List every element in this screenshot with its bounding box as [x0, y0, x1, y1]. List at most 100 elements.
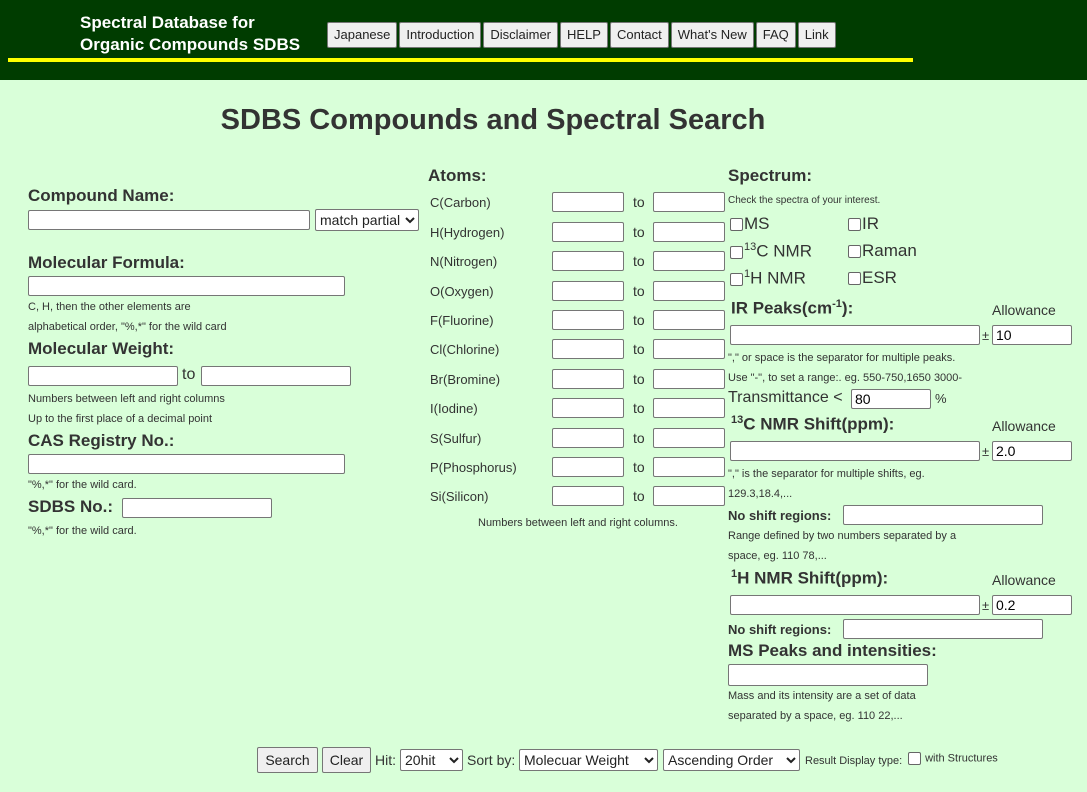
atom-label: O(Oxygen): [430, 284, 494, 299]
checkbox[interactable]: [730, 245, 743, 259]
atom-label: H(Hydrogen): [430, 225, 505, 240]
match-select[interactable]: match partial: [315, 209, 419, 231]
header-divider: [8, 58, 913, 62]
atom-min-input[interactable]: [552, 457, 624, 477]
c13-checkbox[interactable]: 13C NMR: [730, 241, 812, 262]
with-structures-checkbox[interactable]: with Structures: [908, 752, 998, 765]
atom-to: to: [633, 488, 645, 504]
atom-max-input[interactable]: [653, 310, 725, 330]
atom-max-input[interactable]: [653, 281, 725, 301]
checkbox[interactable]: [848, 245, 861, 259]
nav-japanese[interactable]: Japanese: [327, 22, 398, 48]
h1-checkbox[interactable]: 1H NMR: [730, 268, 806, 289]
checkbox[interactable]: [730, 272, 743, 286]
atom-min-input[interactable]: [552, 222, 624, 242]
nav-help[interactable]: HELP: [560, 22, 608, 48]
nav-whats-new[interactable]: What's New: [670, 22, 754, 48]
atom-label: I(Iodine): [430, 401, 478, 416]
ir-checkbox[interactable]: IR: [848, 214, 879, 234]
ms-peaks-label: MS Peaks and intensities:: [728, 641, 937, 660]
ir-note2: Use "-", to set a range:. eg. 550-750,16…: [728, 372, 963, 384]
atom-min-input[interactable]: [552, 486, 624, 506]
atom-min-input[interactable]: [552, 369, 624, 389]
atom-to: to: [633, 430, 645, 446]
h1-shift-input[interactable]: [730, 595, 980, 615]
h1-no-shift-input[interactable]: [843, 619, 1043, 639]
page-title: SDBS Compounds and Spectral Search: [220, 104, 766, 136]
sdbs-input[interactable]: [122, 498, 272, 518]
atom-label: P(Phosphorus): [430, 460, 517, 475]
atom-max-input[interactable]: [653, 457, 725, 477]
checkbox[interactable]: [848, 272, 861, 286]
compound-name-input[interactable]: [28, 210, 310, 230]
nav-faq[interactable]: FAQ: [755, 22, 796, 48]
checkbox[interactable]: [730, 218, 743, 232]
atom-min-input[interactable]: [552, 251, 624, 271]
atom-min-input[interactable]: [552, 310, 624, 330]
ir-close: ):: [841, 298, 854, 318]
atom-to: to: [633, 312, 645, 328]
h1-allowance-input[interactable]: [992, 595, 1072, 615]
sdbs-label: SDBS No.:: [28, 497, 113, 516]
c13-label: C NMR: [756, 241, 812, 261]
c13-allowance-input[interactable]: [992, 441, 1072, 461]
spectrum-note: Check the spectra of your interest.: [728, 195, 881, 206]
site-brand[interactable]: Spectral Database for Organic Compounds S…: [80, 12, 300, 56]
atom-max-input[interactable]: [653, 192, 725, 212]
ir-peaks-input[interactable]: [730, 325, 980, 345]
atom-min-input[interactable]: [552, 192, 624, 212]
transmittance-input[interactable]: [851, 389, 931, 409]
atom-max-input[interactable]: [653, 428, 725, 448]
atom-max-input[interactable]: [653, 398, 725, 418]
order-select[interactable]: Ascending Order: [663, 749, 800, 771]
ms-peaks-input[interactable]: [728, 664, 928, 686]
clear-button[interactable]: Clear: [322, 747, 371, 773]
ir-allowance-input[interactable]: [992, 325, 1072, 345]
weight-max-input[interactable]: [201, 366, 351, 386]
atom-max-input[interactable]: [653, 339, 725, 359]
h1-label: H NMR: [750, 268, 806, 288]
atom-to: to: [633, 341, 645, 357]
nav-contact[interactable]: Contact: [609, 22, 669, 48]
c13-no-shift-input[interactable]: [843, 505, 1043, 525]
spectrum-label: Spectrum:: [728, 166, 813, 185]
h1-shift-label: 1H NMR Shift(ppm):: [731, 568, 888, 589]
checkbox[interactable]: [848, 218, 861, 232]
atom-label: N(Nitrogen): [430, 254, 498, 269]
esr-checkbox[interactable]: ESR: [848, 268, 897, 288]
display-type-label: Result Display type:: [805, 755, 903, 767]
cas-input[interactable]: [28, 454, 345, 474]
atom-to: to: [633, 400, 645, 416]
atom-max-input[interactable]: [653, 251, 725, 271]
atom-min-input[interactable]: [552, 428, 624, 448]
ms-checkbox[interactable]: MS: [730, 214, 770, 234]
nav-introduction[interactable]: Introduction: [399, 22, 482, 48]
atom-min-input[interactable]: [552, 398, 624, 418]
cas-note: "%,*" for the wild card.: [28, 479, 137, 491]
atom-label: Si(Silicon): [430, 489, 489, 504]
formula-note1: C, H, then the other elements are: [28, 301, 191, 313]
atom-min-input[interactable]: [552, 339, 624, 359]
weight-note1: Numbers between left and right columns: [28, 393, 225, 405]
ms-label: MS: [744, 214, 770, 233]
atom-to: to: [633, 194, 645, 210]
nav-disclaimer[interactable]: Disclaimer: [483, 22, 558, 48]
h1-shift-title: H NMR Shift(ppm):: [737, 568, 889, 588]
ir-allowance-label: Allowance: [992, 302, 1056, 318]
search-button[interactable]: Search: [257, 747, 318, 773]
atom-max-input[interactable]: [653, 486, 725, 506]
c13-shift-input[interactable]: [730, 441, 980, 461]
c13-sup: 13: [744, 241, 757, 253]
atom-min-input[interactable]: [552, 281, 624, 301]
raman-checkbox[interactable]: Raman: [848, 241, 917, 261]
formula-input[interactable]: [28, 276, 345, 296]
weight-min-input[interactable]: [28, 366, 178, 386]
checkbox[interactable]: [908, 752, 921, 765]
atom-max-input[interactable]: [653, 369, 725, 389]
ir-peaks-label: IR Peaks(cm-1):: [731, 298, 853, 319]
nav-link[interactable]: Link: [797, 22, 836, 48]
atom-max-input[interactable]: [653, 222, 725, 242]
atom-to: to: [633, 283, 645, 299]
sort-select[interactable]: Molecuar Weight: [519, 749, 658, 771]
hit-select[interactable]: 20hit: [400, 749, 463, 771]
